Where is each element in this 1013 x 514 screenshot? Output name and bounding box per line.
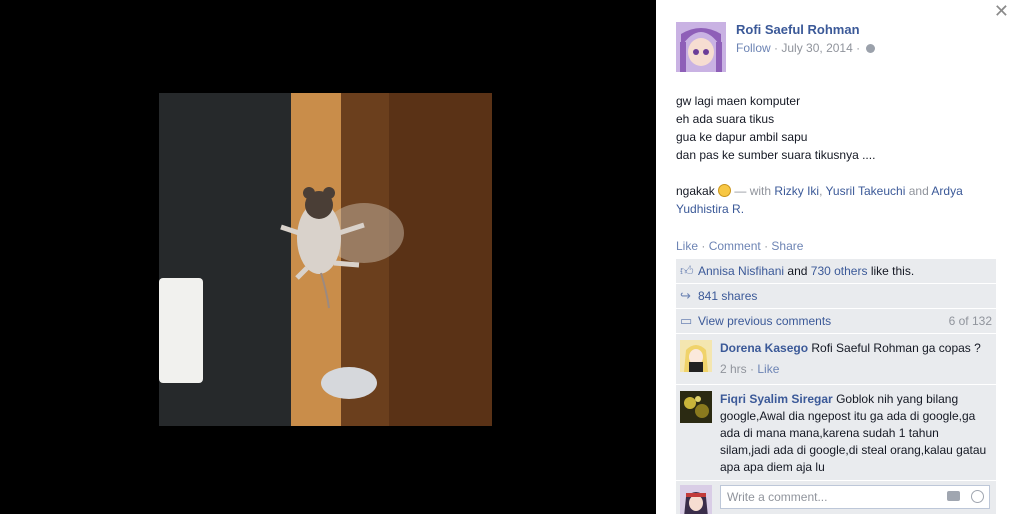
post-meta: Follow · July 30, 2014 ·	[736, 41, 876, 55]
view-previous-comments-link[interactable]: View previous comments	[698, 314, 831, 328]
post-date[interactable]: July 30, 2014	[781, 41, 852, 55]
commenter-name[interactable]: Fiqri Syalim Siregar	[720, 392, 833, 406]
with-prefix: — with	[734, 184, 772, 198]
likes-and: and	[787, 264, 808, 278]
shares-link[interactable]: 841 shares	[698, 289, 757, 303]
comment-text: Rofi Saeful Rohman ga copas ?	[811, 341, 981, 355]
view-previous-row: ▭ View previous comments 6 of 132	[676, 309, 996, 334]
commenter-avatar[interactable]	[680, 340, 712, 372]
post-line: gw lagi maen komputer	[676, 94, 801, 108]
viewer-avatar	[680, 485, 712, 514]
post-photo[interactable]	[159, 93, 492, 426]
laughing-emoji-icon	[718, 184, 732, 197]
commenter-name[interactable]: Dorena Kasego	[720, 341, 808, 355]
and-text: and	[908, 184, 929, 198]
comments-count: 6 of 132	[948, 314, 992, 328]
likes-others-link[interactable]: 730 others	[811, 264, 868, 278]
tagged-user-2[interactable]: Yusril Takeuchi	[826, 184, 906, 198]
globe-icon[interactable]	[866, 44, 876, 53]
feedback-box: 👍︎ Annisa Nisfihani and 730 others like …	[676, 259, 996, 514]
post-panel: ✕ Rofi Saeful Rohman Follow · July 30, 2…	[656, 0, 1013, 514]
author-avatar[interactable]	[676, 22, 726, 72]
post-tail: ngakak	[676, 184, 715, 198]
tagged-user-1[interactable]: Rizky Iki	[774, 184, 819, 198]
commenter-avatar[interactable]	[680, 391, 712, 423]
smiley-icon[interactable]	[971, 490, 984, 503]
comment-icon: ▭	[680, 313, 693, 328]
post-line: gua ke dapur ambil sapu	[676, 130, 808, 144]
comment-like-link[interactable]: Like	[757, 362, 779, 376]
post-line: dan pas ke sumber suara tikusnya ....	[676, 148, 876, 162]
post-text: gw lagi maen komputer eh ada suara tikus…	[676, 92, 996, 218]
comment-item: Dorena Kasego Rofi Saeful Rohman ga copa…	[676, 334, 996, 385]
photo-viewer	[0, 0, 656, 514]
share-icon: ↪	[680, 288, 691, 303]
like-link[interactable]: Like	[676, 239, 698, 253]
shares-row: ↪ 841 shares	[676, 284, 996, 309]
post-line: eh ada suara tikus	[676, 112, 775, 126]
camera-icon[interactable]	[947, 491, 960, 501]
follow-link[interactable]: Follow	[736, 41, 771, 55]
write-comment-row	[676, 481, 996, 514]
comment-meta: 2 hrs · Like	[720, 362, 780, 376]
mouse-photo-image	[159, 93, 492, 426]
thumbs-up-icon: 👍︎	[680, 263, 694, 278]
comment-time[interactable]: 2 hrs	[720, 362, 747, 376]
post-actions: Like · Comment · Share	[676, 239, 804, 253]
comment-item: Fiqri Syalim Siregar Goblok nih yang bil…	[676, 385, 996, 481]
close-icon[interactable]: ✕	[994, 1, 1009, 21]
share-link[interactable]: Share	[771, 239, 803, 253]
likes-row: 👍︎ Annisa Nisfihani and 730 others like …	[676, 259, 996, 284]
likes-suffix: like this.	[870, 264, 915, 278]
author-name[interactable]: Rofi Saeful Rohman	[736, 22, 860, 37]
comment-link[interactable]: Comment	[709, 239, 761, 253]
liker-name[interactable]: Annisa Nisfihani	[698, 264, 784, 278]
